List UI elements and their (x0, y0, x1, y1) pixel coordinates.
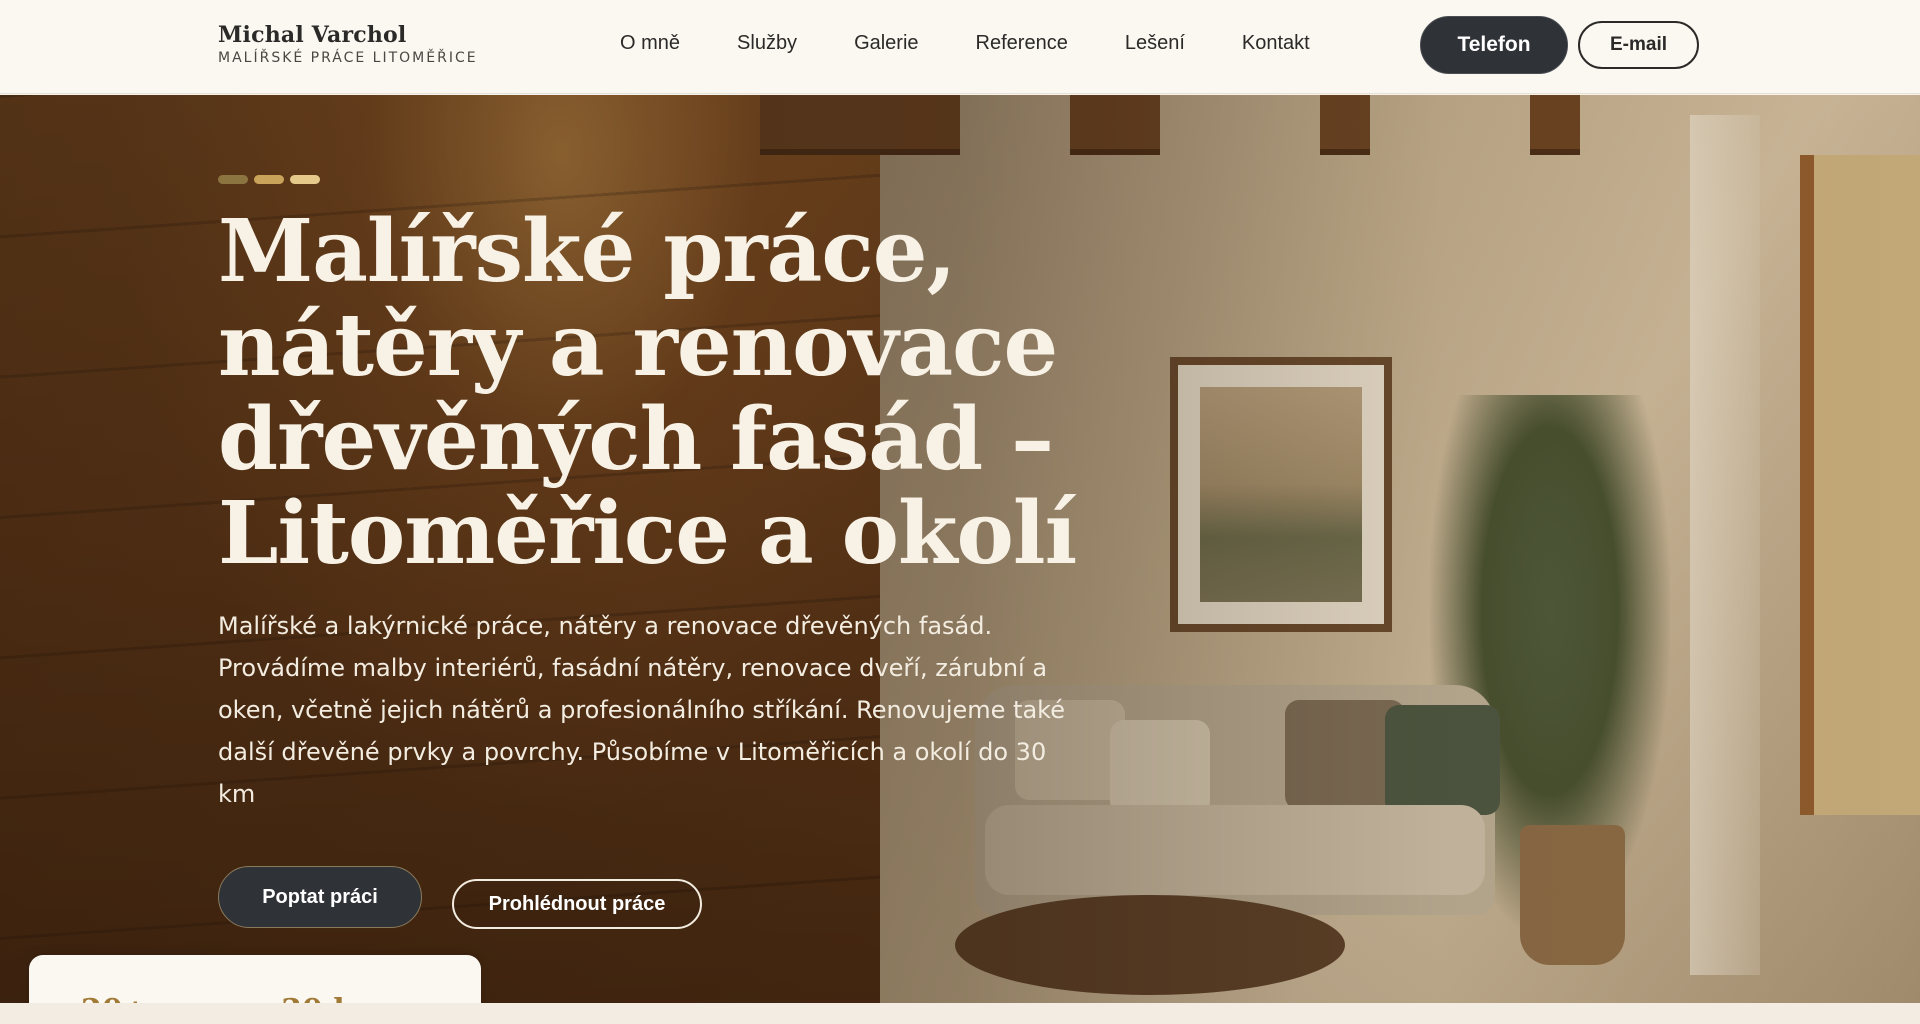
nav-item-leseni[interactable]: Lešení (1125, 32, 1185, 55)
hero-description: Malířské a lakýrnické práce, nátěry a re… (218, 612, 1065, 808)
brand-name[interactable]: Michal Varchol (218, 22, 478, 48)
nav-item-reference[interactable]: Reference (976, 32, 1068, 55)
accent-dash (254, 175, 284, 184)
accent-dash (218, 175, 248, 184)
brand-subtitle: MALÍŘSKÉ PRÁCE LITOMĚŘICE (218, 50, 478, 66)
email-button[interactable]: E-mail (1578, 21, 1699, 69)
next-section-edge (0, 1003, 1920, 1024)
hero-section: Malířské práce, nátěry a renovace dřevěn… (0, 95, 1920, 1003)
nav-item-kontakt[interactable]: Kontakt (1242, 32, 1310, 55)
accent-dash (290, 175, 320, 184)
site-header: Michal Varchol MALÍŘSKÉ PRÁCE LITOMĚŘICE… (0, 0, 1920, 94)
hero-title: Malířské práce, nátěry a renovace dřevěn… (218, 201, 1077, 584)
phone-button[interactable]: Telefon (1420, 16, 1568, 74)
view-work-button[interactable]: Prohlédnout práce (452, 879, 702, 929)
nav-item-o-mne[interactable]: O mně (620, 32, 680, 55)
brand-logo[interactable]: Michal Varchol MALÍŘSKÉ PRÁCE LITOMĚŘICE (218, 22, 478, 66)
accent-dashes (218, 175, 320, 184)
request-work-button[interactable]: Poptat práci (218, 866, 422, 928)
nav-item-sluzby[interactable]: Služby (737, 32, 797, 55)
nav-item-galerie[interactable]: Galerie (854, 32, 918, 55)
main-nav: O mně Služby Galerie Reference Lešení Ko… (620, 32, 1367, 55)
